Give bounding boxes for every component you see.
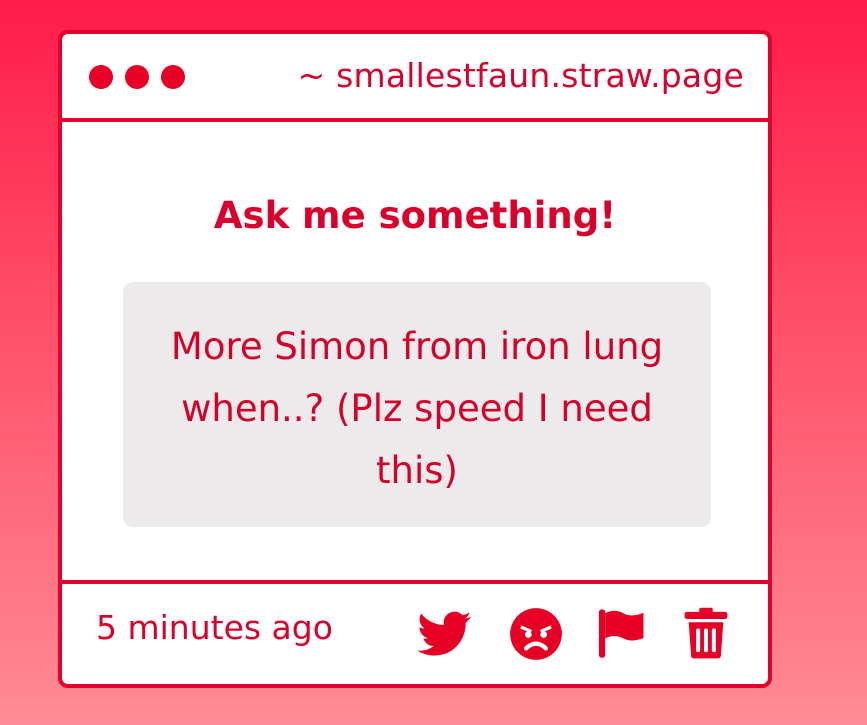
question-text: More Simon from iron lung when..? (Plz s… bbox=[170, 325, 664, 492]
page-url: ~ smallestfaun.straw.page bbox=[297, 56, 744, 95]
window-dot-2 bbox=[125, 65, 149, 89]
question-card-window: ~ smallestfaun.straw.page Ask me somethi… bbox=[58, 30, 772, 688]
card-footer: 5 minutes ago bbox=[62, 580, 768, 684]
twitter-icon[interactable] bbox=[418, 606, 472, 660]
question-box: More Simon from iron lung when..? (Plz s… bbox=[123, 282, 711, 527]
window-dot-3 bbox=[161, 65, 185, 89]
angry-face-icon[interactable] bbox=[509, 607, 563, 661]
flag-icon[interactable] bbox=[594, 606, 648, 660]
window-dot-1 bbox=[89, 65, 113, 89]
trash-icon[interactable] bbox=[679, 606, 733, 660]
title-bar: ~ smallestfaun.straw.page bbox=[62, 34, 768, 122]
page-title: Ask me something! bbox=[213, 194, 617, 237]
card-content: Ask me something! More Simon from iron l… bbox=[62, 122, 768, 588]
timestamp: 5 minutes ago bbox=[96, 608, 333, 647]
